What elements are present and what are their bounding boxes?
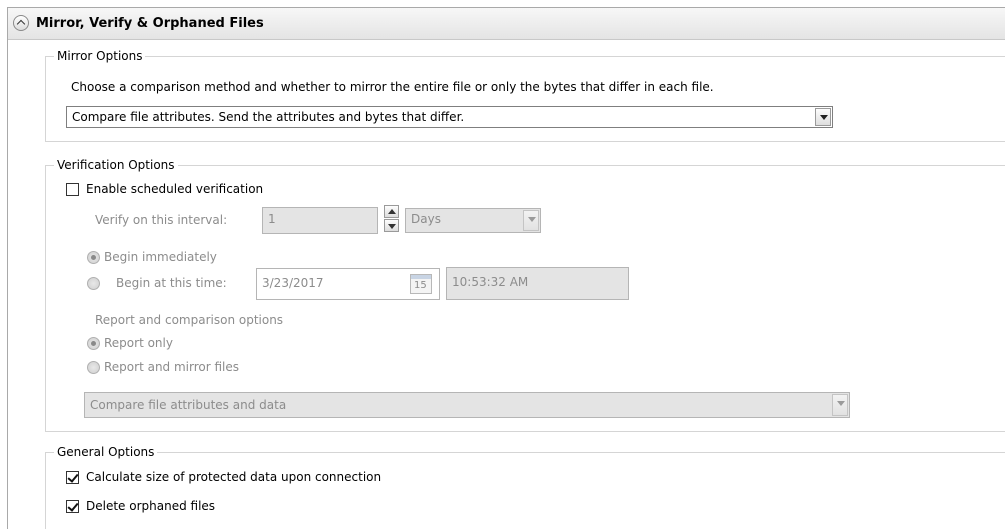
compare-method-select[interactable]: Compare file attributes and data bbox=[84, 392, 850, 418]
interval-unit-select[interactable]: Days bbox=[405, 208, 541, 233]
interval-value: 1 bbox=[268, 212, 276, 226]
collapse-icon[interactable] bbox=[13, 15, 29, 31]
enable-verification-checkbox[interactable] bbox=[66, 183, 79, 196]
calendar-header bbox=[411, 275, 431, 279]
verification-options-legend: Verification Options bbox=[54, 158, 178, 172]
delete-orphans-checkbox[interactable] bbox=[66, 500, 79, 513]
mirror-options-group: Mirror Options bbox=[45, 49, 1005, 142]
calendar-day: 15 bbox=[414, 280, 427, 291]
report-heading: Report and comparison options bbox=[95, 313, 284, 327]
interval-unit-value: Days bbox=[411, 212, 441, 226]
calc-size-checkbox[interactable] bbox=[66, 471, 79, 484]
chevron-down-icon[interactable] bbox=[815, 108, 831, 126]
report-only-radio[interactable] bbox=[87, 337, 100, 350]
section-title: Mirror, Verify & Orphaned Files bbox=[36, 16, 264, 31]
report-mirror-label[interactable]: Report and mirror files bbox=[104, 360, 239, 374]
chevron-down-icon[interactable] bbox=[832, 394, 848, 416]
mirror-method-select[interactable]: Compare file attributes. Send the attrib… bbox=[66, 106, 833, 128]
general-options-legend: General Options bbox=[54, 445, 158, 459]
begin-date-value: 3/23/2017 bbox=[262, 276, 324, 290]
section-header[interactable]: Mirror, Verify & Orphaned Files bbox=[8, 8, 1005, 40]
begin-at-time-radio[interactable] bbox=[87, 277, 100, 290]
mirror-method-value: Compare file attributes. Send the attrib… bbox=[72, 110, 465, 124]
compare-method-value: Compare file attributes and data bbox=[90, 398, 287, 412]
begin-immediately-radio[interactable] bbox=[87, 251, 100, 264]
mirror-description: Choose a comparison method and whether t… bbox=[71, 80, 714, 94]
delete-orphans-label[interactable]: Delete orphaned files bbox=[86, 499, 215, 513]
interval-stepper[interactable] bbox=[384, 205, 399, 232]
calendar-icon[interactable]: 15 bbox=[410, 274, 432, 294]
stepper-up-icon[interactable] bbox=[384, 205, 399, 218]
report-only-label[interactable]: Report only bbox=[104, 336, 173, 350]
begin-immediately-label[interactable]: Begin immediately bbox=[104, 250, 217, 264]
chevron-down-icon[interactable] bbox=[523, 210, 539, 231]
mirror-options-legend: Mirror Options bbox=[54, 49, 146, 63]
general-options-group: General Options bbox=[45, 445, 1005, 529]
interval-label: Verify on this interval: bbox=[95, 213, 228, 227]
begin-at-time-label[interactable]: Begin at this time: bbox=[116, 276, 227, 290]
calc-size-label[interactable]: Calculate size of protected data upon co… bbox=[86, 470, 381, 484]
enable-verification-label[interactable]: Enable scheduled verification bbox=[86, 182, 263, 196]
interval-input[interactable]: 1 bbox=[262, 207, 378, 234]
begin-time-input[interactable]: 10:53:32 AM bbox=[446, 267, 629, 300]
stepper-down-icon[interactable] bbox=[384, 219, 399, 232]
report-mirror-radio[interactable] bbox=[87, 361, 100, 374]
begin-time-value: 10:53:32 AM bbox=[452, 275, 529, 289]
